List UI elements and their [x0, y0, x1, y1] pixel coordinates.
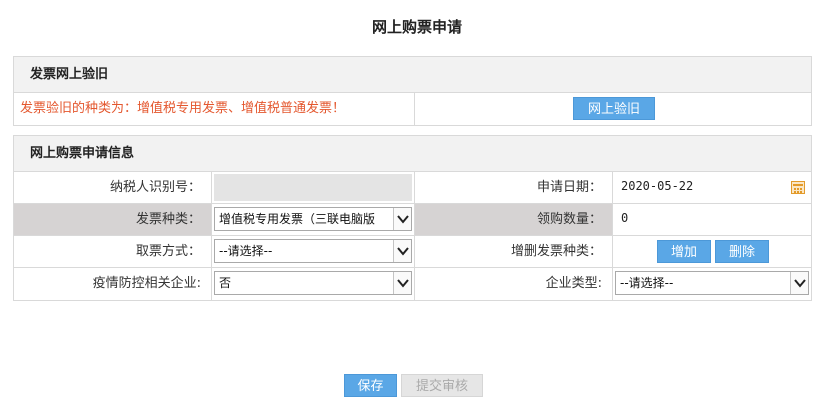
apply-date-cell: 2020-05-22 — [612, 172, 811, 203]
taxpayer-id-label: 纳税人识别号： — [109, 180, 201, 195]
epidemic-select[interactable]: 否 — [214, 271, 412, 295]
taxpayer-row: 纳税人识别号： 申请日期： 2020-05-22 — [14, 172, 811, 204]
pickup-method-value: --请选择-- — [219, 244, 273, 258]
chevron-down-icon[interactable] — [393, 240, 411, 262]
verify-notice: 发票验旧的种类为：增值税专用发票、增值税普通发票！ — [20, 101, 346, 116]
epidemic-value: 否 — [219, 276, 232, 290]
chevron-down-icon[interactable] — [790, 272, 808, 294]
apply-section-header: 网上购票申请信息 — [14, 136, 811, 172]
quantity-label: 领购数量： — [414, 204, 612, 235]
apply-section: 网上购票申请信息 纳税人识别号： 申请日期： 2020-05-22 发票种类： … — [13, 135, 812, 301]
invoice-type-row: 发票种类： 增值税专用发票（三联电脑版 领购数量： 0 — [14, 204, 811, 236]
verify-row: 发票验旧的种类为：增值税专用发票、增值税普通发票！ 网上验旧 — [14, 93, 811, 125]
company-type-value: --请选择-- — [620, 276, 674, 290]
submit-review-button[interactable]: 提交审核 — [401, 374, 483, 397]
epidemic-cell: 否 — [211, 268, 414, 300]
add-button[interactable]: 增加 — [657, 240, 711, 263]
company-type-select[interactable]: --请选择-- — [615, 271, 809, 295]
invoice-type-label: 发票种类： — [14, 204, 211, 235]
pickup-method-label: 取票方式： — [135, 244, 201, 259]
page-title: 网上购票申请 — [371, 18, 462, 36]
invoice-type-cell: 增值税专用发票（三联电脑版 — [211, 204, 414, 235]
delete-button[interactable]: 删除 — [715, 240, 769, 263]
verify-notice-cell: 发票验旧的种类为：增值税专用发票、增值税普通发票！ — [14, 93, 414, 125]
quantity-cell: 0 — [612, 204, 811, 235]
add-remove-label: 增删发票种类： — [414, 236, 612, 267]
pickup-row: 取票方式： --请选择-- 增删发票种类： 增加 删除 — [14, 236, 811, 268]
add-remove-cell: 增加 删除 — [612, 236, 811, 267]
company-type-label: 企业类型: — [414, 268, 612, 300]
verify-online-button[interactable]: 网上验旧 — [573, 97, 655, 120]
verify-section: 发票网上验旧 发票验旧的种类为：增值税专用发票、增值税普通发票！ 网上验旧 — [13, 56, 812, 126]
pickup-method-select[interactable]: --请选择-- — [214, 239, 412, 263]
chevron-down-icon[interactable] — [393, 208, 411, 230]
invoice-type-value: 增值税专用发票（三联电脑版 — [219, 212, 376, 226]
epidemic-label: 疫情防控相关企业: — [92, 276, 201, 291]
epidemic-row: 疫情防控相关企业: 否 企业类型: --请选择-- — [14, 268, 811, 300]
apply-date-value[interactable]: 2020-05-22 — [621, 172, 693, 200]
pickup-method-cell: --请选择-- — [211, 236, 414, 267]
chevron-down-icon[interactable] — [393, 272, 411, 294]
verify-button-cell: 网上验旧 — [414, 93, 811, 125]
calendar-icon[interactable] — [791, 181, 805, 194]
company-type-cell: --请选择-- — [612, 268, 811, 300]
apply-date-label: 申请日期： — [414, 172, 612, 203]
invoice-type-select[interactable]: 增值税专用发票（三联电脑版 — [214, 207, 412, 231]
taxpayer-id-input[interactable] — [214, 174, 412, 201]
save-button[interactable]: 保存 — [344, 374, 397, 397]
quantity-input[interactable]: 0 — [621, 204, 628, 232]
verify-section-header: 发票网上验旧 — [14, 57, 811, 93]
taxpayer-id-cell — [211, 172, 414, 203]
